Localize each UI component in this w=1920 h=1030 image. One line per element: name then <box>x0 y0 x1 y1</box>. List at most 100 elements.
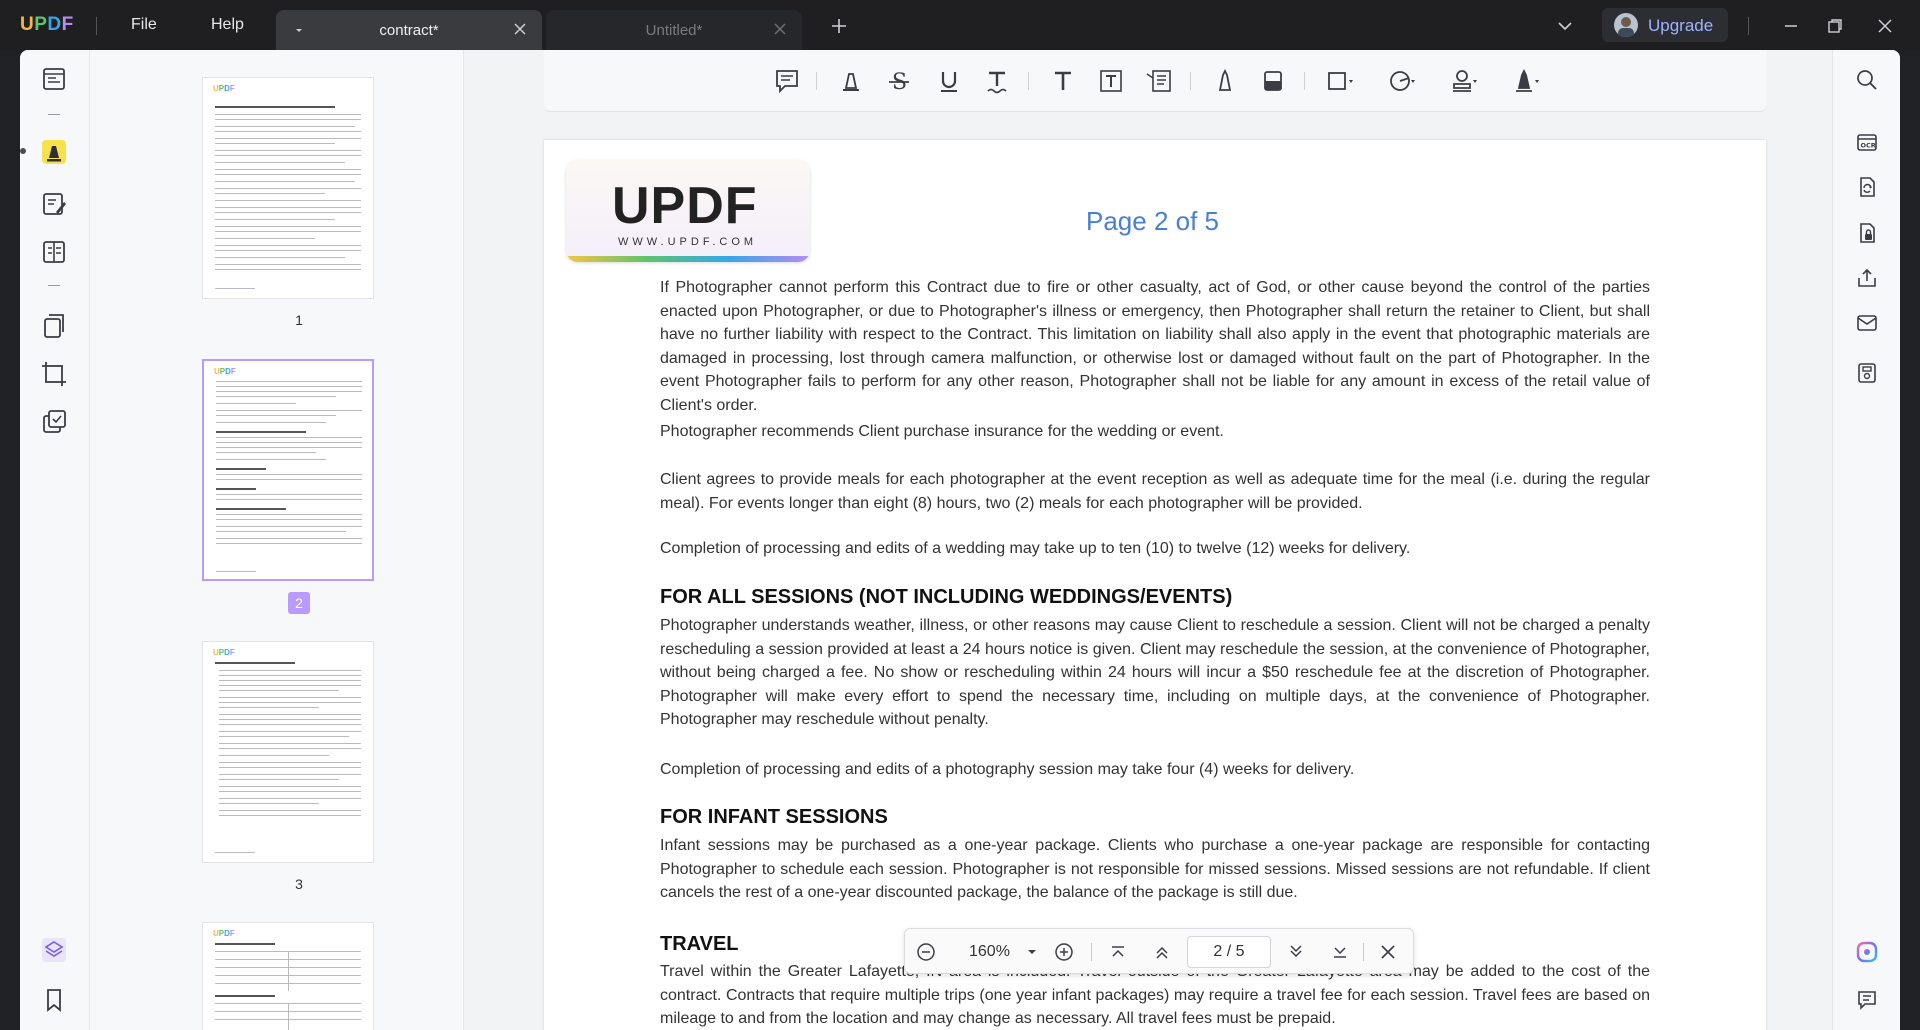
comment-list-icon[interactable] <box>1855 988 1879 1012</box>
zoom-out-icon[interactable] <box>915 941 937 963</box>
logo-subtext: WWW.UPDF.COM <box>618 236 758 248</box>
thumbnail-logo: UPDF <box>214 367 236 376</box>
strikethrough-icon[interactable]: S <box>884 66 914 96</box>
email-icon[interactable] <box>1855 311 1879 335</box>
close-icon[interactable] <box>1377 941 1399 963</box>
text-callout-icon[interactable] <box>1144 66 1174 96</box>
first-page-icon[interactable] <box>1107 941 1129 963</box>
form-icon[interactable] <box>40 238 68 266</box>
menu-file[interactable]: File <box>131 16 157 34</box>
minimize-icon[interactable] <box>1780 15 1802 37</box>
page-navigation-bar: 160% 2 / 5 <box>904 928 1414 974</box>
thumbnail-logo: UPDF <box>213 929 235 938</box>
ai-assistant-icon[interactable] <box>1855 940 1879 964</box>
stamp-icon[interactable] <box>1448 66 1478 96</box>
paragraph: Photographer recommends Client purchase … <box>660 423 1224 440</box>
thumbnail-logo: UPDF <box>213 648 235 657</box>
page-title: Page 2 of 5 <box>1086 206 1219 236</box>
thumbnail-panel: UPDF 1 UPDF 2 UPDF 3 UPDF <box>90 50 464 1030</box>
sticker-icon[interactable] <box>1386 66 1416 96</box>
restore-icon[interactable] <box>1824 15 1846 37</box>
text-icon[interactable] <box>1048 66 1078 96</box>
chevron-down-icon[interactable] <box>1554 15 1576 37</box>
right-tool-rail: OCR <box>1832 50 1900 1030</box>
underline-icon[interactable] <box>934 66 964 96</box>
save-icon[interactable] <box>1855 361 1879 385</box>
thumbnail-page-3[interactable]: UPDF <box>202 641 374 863</box>
upgrade-label: Upgrade <box>1648 16 1714 35</box>
main-window: UPDF 1 UPDF 2 UPDF 3 UPDF S UPDF WWW.UPD… <box>20 50 1900 1030</box>
layers-icon[interactable] <box>40 936 68 964</box>
title-bar: UPDF File Help contract* Untitled* Upgra… <box>0 0 1920 50</box>
ocr-icon[interactable]: OCR <box>1855 130 1879 154</box>
next-page-icon[interactable] <box>1285 941 1307 963</box>
comment-toolbar: S <box>544 50 1766 112</box>
paragraph: If Photographer cannot perform this Cont… <box>660 279 1650 414</box>
organize-pages-icon[interactable] <box>40 312 68 340</box>
add-tab-icon[interactable] <box>828 15 850 37</box>
thumbnail-number: 2 <box>288 592 310 614</box>
title-separator <box>1748 17 1749 35</box>
logo-text: UPDF <box>612 177 758 235</box>
thumbnail-logo: UPDF <box>213 84 235 93</box>
tab-label: contract* <box>379 21 439 39</box>
share-icon[interactable] <box>1855 266 1879 290</box>
squiggly-icon[interactable] <box>982 66 1012 96</box>
rail-separator <box>48 285 60 286</box>
tab-contract[interactable]: contract* <box>276 10 542 50</box>
sticky-note-icon[interactable] <box>772 66 802 96</box>
eraser-icon[interactable] <box>1258 66 1288 96</box>
text-box-icon[interactable] <box>1096 66 1126 96</box>
upgrade-button[interactable]: Upgrade <box>1602 8 1728 42</box>
thumbnail-number: 3 <box>295 876 303 892</box>
section-heading: FOR INFANT SESSIONS <box>660 806 888 828</box>
svg-text:OCR: OCR <box>1861 142 1876 150</box>
avatar-icon <box>1618 17 1634 37</box>
zoom-level[interactable]: 160% <box>969 943 1010 961</box>
tab-label: Untitled* <box>645 21 703 39</box>
shape-icon[interactable] <box>1324 66 1354 96</box>
edit-pdf-icon[interactable] <box>40 190 68 218</box>
paragraph: Photographer understands weather, illnes… <box>660 617 1650 728</box>
comment-tool-icon[interactable] <box>40 138 68 166</box>
paragraph: Completion of processing and edits of a … <box>660 540 1411 557</box>
thumbnail-page-2[interactable]: UPDF <box>202 359 374 581</box>
zoom-in-icon[interactable] <box>1053 941 1075 963</box>
previous-page-icon[interactable] <box>1151 941 1173 963</box>
updf-logo-image: UPDF WWW.UPDF.COM <box>566 160 810 262</box>
bookmark-icon[interactable] <box>40 986 68 1014</box>
thumbnail-number: 1 <box>295 312 303 328</box>
convert-icon[interactable] <box>1855 175 1879 199</box>
section-heading: TRAVEL <box>660 933 739 955</box>
paragraph: Completion of processing and edits of a … <box>660 761 1355 778</box>
protect-icon[interactable] <box>1855 221 1879 245</box>
avatar <box>1614 13 1638 37</box>
document-area: S UPDF WWW.UPDF.COM Page 2 of 5 If Photo <box>464 50 1832 1030</box>
tab-untitled[interactable]: Untitled* <box>546 10 802 50</box>
thumbnail-page-4[interactable]: UPDF <box>202 922 374 1030</box>
crop-icon[interactable] <box>40 360 68 388</box>
pencil-icon[interactable] <box>1210 66 1240 96</box>
tools-icon[interactable] <box>40 408 68 436</box>
zoom-dropdown-icon[interactable] <box>1021 941 1043 963</box>
close-icon[interactable] <box>772 21 788 37</box>
active-indicator <box>20 148 26 154</box>
thumbnail-page-1[interactable]: UPDF <box>202 77 374 299</box>
pdf-page: UPDF WWW.UPDF.COM Page 2 of 5 If Photogr… <box>544 140 1766 1030</box>
page-number-input[interactable]: 2 / 5 <box>1187 936 1271 968</box>
paragraph: Infant sessions may be purchased as a on… <box>660 837 1650 901</box>
last-page-icon[interactable] <box>1329 941 1351 963</box>
app-logo: UPDF <box>20 14 74 35</box>
reader-icon[interactable] <box>40 65 68 93</box>
search-icon[interactable] <box>1855 68 1879 92</box>
close-icon[interactable] <box>512 21 528 37</box>
window-close-icon[interactable] <box>1874 15 1896 37</box>
title-separator <box>96 17 97 35</box>
paragraph: Client agrees to provide meals for each … <box>660 471 1650 512</box>
menu-help[interactable]: Help <box>211 16 244 34</box>
section-heading: FOR ALL SESSIONS (NOT INCLUDING WEDDINGS… <box>660 586 1233 608</box>
highlight-icon[interactable] <box>836 66 866 96</box>
rail-separator <box>48 114 60 115</box>
signature-icon[interactable] <box>1510 66 1540 96</box>
left-tool-rail <box>20 50 90 1030</box>
